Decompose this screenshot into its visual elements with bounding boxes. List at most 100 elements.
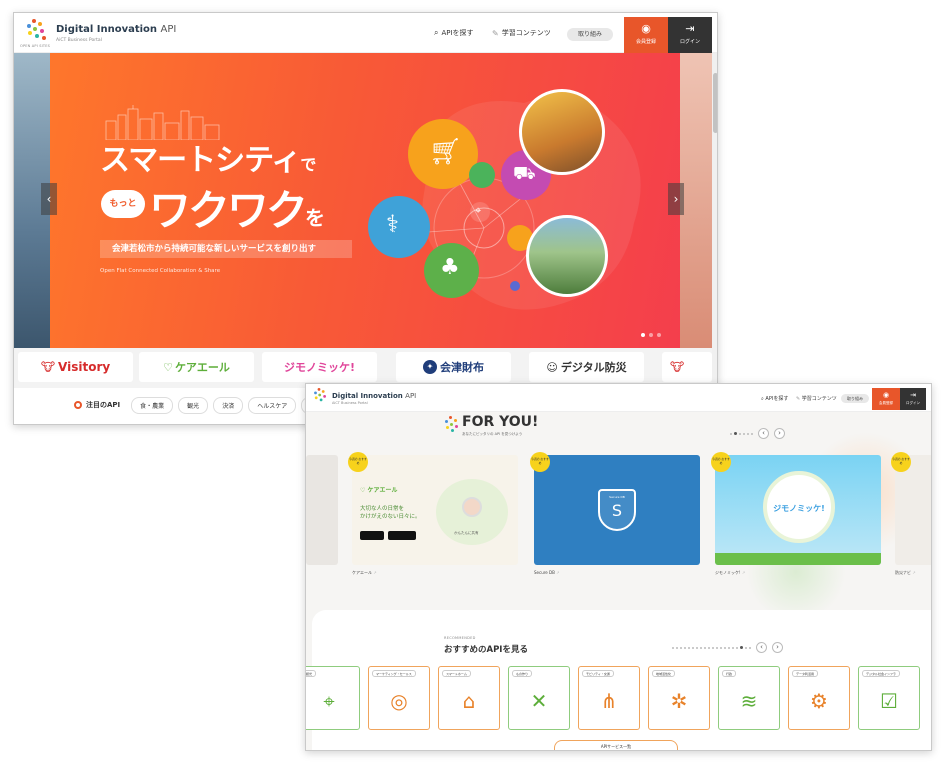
nav-find-api[interactable]: ⌕ APIを探す (761, 395, 788, 402)
hero-prev-arrow[interactable]: ‹ (41, 183, 57, 215)
login-button[interactable]: ⇥ ログイン (668, 17, 712, 53)
foryou-card-careeru[interactable]: ♡ ケアエール 大切な人の日常を かけがえのない日々に。 かんたんに共有 (352, 455, 518, 565)
foryou-pagination[interactable]: ‹ › (730, 428, 785, 439)
pagination-dot[interactable] (734, 432, 737, 435)
category-card[interactable]: 観光 ⌖ (306, 666, 360, 730)
service-logo-jimono[interactable]: ジモノミッケ! (262, 352, 377, 382)
nav-find-api-label: APIを探す (765, 396, 789, 402)
pagination-dot[interactable] (728, 646, 730, 649)
category-card[interactable]: モビリティ・交通 ⋔ (578, 666, 640, 730)
featured-api-tag[interactable]: 決済 (213, 396, 244, 414)
pagination-dot[interactable] (730, 432, 732, 435)
efforts-button[interactable]: 取り組み (841, 394, 869, 403)
sprout-icon: ♣ (440, 255, 460, 280)
pagination-dot[interactable] (680, 646, 682, 649)
service-logo-visitory-repeat[interactable]: 🐮︎ (662, 352, 712, 382)
pagination-dot[interactable] (708, 646, 710, 649)
pagination-dot[interactable] (684, 646, 686, 649)
hero-next-slide-peek (680, 53, 712, 348)
featured-api-tag[interactable]: 食・農業 (131, 396, 174, 414)
pagination-dot[interactable] (736, 646, 738, 649)
category-card[interactable]: 地域活性化 ✲ (648, 666, 710, 730)
foryou-card-secure-db[interactable]: Secure DB S (534, 455, 700, 565)
featured-api-tag[interactable]: ヘルスケア (248, 396, 297, 414)
pagination-dot[interactable] (704, 646, 706, 649)
category-card[interactable]: デジタル社会インフラ ☑ (858, 666, 920, 730)
site-logo-icon[interactable] (24, 19, 48, 41)
hero-pagination-dot[interactable] (657, 333, 661, 337)
external-link-icon: ↗ (912, 570, 916, 575)
pagination-dot[interactable] (720, 646, 722, 649)
featured-api-tag[interactable]: 観光 (178, 396, 209, 414)
pagination-dot[interactable] (740, 646, 743, 649)
page-scrollbar[interactable] (712, 53, 717, 424)
service-logo-careeru[interactable]: ♡ ケアエール (139, 352, 254, 382)
efforts-button[interactable]: 取り組み (567, 28, 613, 41)
hero-carousel[interactable]: スマートシティで もっと ワクワクを 会津若松市から持続可能な新しいサービスを創… (14, 53, 712, 348)
foryou-card-label[interactable]: ジモノミッケ! ↗ (715, 570, 745, 576)
document-stack-icon: ≋ (740, 689, 758, 713)
brand-title[interactable]: Digital Innovation API (332, 392, 416, 400)
pagination-dot[interactable] (745, 646, 747, 649)
carousel-prev-button[interactable]: ‹ (758, 428, 769, 439)
site-header: OPEN API SITES Digital Innovation API Ai… (14, 13, 717, 53)
pagination-dot[interactable] (743, 432, 745, 435)
login-icon: ⇥ (685, 22, 695, 35)
pagination-dot[interactable] (696, 646, 698, 649)
register-button[interactable]: ◉ 会員登録 (624, 17, 668, 53)
pagination-dot[interactable] (712, 646, 714, 649)
category-card[interactable]: もの作り ✕ (508, 666, 570, 730)
foryou-card-label[interactable]: Secure DB ↗ (534, 570, 560, 575)
foryou-screenshot: Digital Innovation API AiCT Business Por… (305, 383, 932, 751)
service-logo-digital-bousai[interactable]: ☺ デジタル防災 (529, 352, 644, 382)
pagination-dot[interactable] (747, 432, 749, 435)
login-button[interactable]: ⇥ ログイン (900, 388, 926, 410)
pagination-dot[interactable] (751, 432, 753, 435)
foryou-card-jimono[interactable]: ジモノミッケ! (715, 455, 881, 565)
brand-title[interactable]: Digital Innovation API (56, 24, 176, 35)
google-play-badge[interactable] (388, 531, 416, 540)
hero-pagination-dot[interactable] (641, 333, 645, 337)
pagination-dot[interactable] (672, 646, 674, 649)
nav-learning-label: 学習コンテンツ (501, 29, 551, 37)
pagination-dot[interactable] (724, 646, 726, 649)
nav-learning[interactable]: ✎ 学習コンテンツ (492, 28, 551, 38)
person-icon: ☺ (546, 360, 558, 374)
carousel-next-button[interactable]: › (774, 428, 785, 439)
pagination-dot[interactable] (700, 646, 702, 649)
carousel-next-button[interactable]: › (772, 642, 783, 653)
pagination-dot[interactable] (676, 646, 678, 649)
category-card[interactable]: マーケティング・セールス ◎ (368, 666, 430, 730)
api-service-list-button[interactable]: APIサービス一覧 (554, 740, 678, 750)
foryou-card-label[interactable]: ケアエール ↗ (352, 570, 377, 576)
recommend-pagination[interactable]: ‹ › (672, 642, 783, 653)
pagination-dot[interactable] (749, 646, 751, 649)
heart-icon: ♡ (163, 360, 173, 374)
category-card[interactable]: 行政 ≋ (718, 666, 780, 730)
site-logo-icon[interactable] (312, 388, 326, 402)
category-card[interactable]: データ利活用 ⚙ (788, 666, 850, 730)
gear-icon: ⚙ (810, 689, 828, 713)
user-icon: ◉ (882, 391, 890, 399)
service-logo-aizu-zaifu[interactable]: ✦ 会津財布 (396, 352, 511, 382)
page-scrollbar-thumb[interactable] (713, 73, 717, 133)
foryou-card-label[interactable]: 防災ナビ ↗ (895, 570, 916, 576)
register-button[interactable]: ◉ 会員登録 (872, 388, 900, 410)
visitory-mascot-icon: 🐮︎ (40, 360, 56, 374)
pagination-dot[interactable] (739, 432, 741, 435)
hero-pagination[interactable] (641, 333, 661, 337)
app-store-badge[interactable] (360, 531, 384, 540)
pagination-dot[interactable] (688, 646, 690, 649)
nav-learning[interactable]: ✎ 学習コンテンツ (796, 395, 837, 402)
service-logo-visitory[interactable]: 🐮︎ Visitory (18, 352, 133, 382)
nav-find-api[interactable]: ⌕ APIを探す (434, 28, 474, 38)
hero-pagination-dot[interactable] (649, 333, 653, 337)
foryou-card-partial-left[interactable] (306, 455, 338, 565)
carousel-prev-button[interactable]: ‹ (756, 642, 767, 653)
pagination-dot[interactable] (716, 646, 718, 649)
pagination-dot[interactable] (732, 646, 734, 649)
blue-dot (510, 281, 520, 291)
category-card[interactable]: スマートホーム ⌂ (438, 666, 500, 730)
pagination-dot[interactable] (692, 646, 694, 649)
hero-next-arrow[interactable]: › (668, 183, 684, 215)
